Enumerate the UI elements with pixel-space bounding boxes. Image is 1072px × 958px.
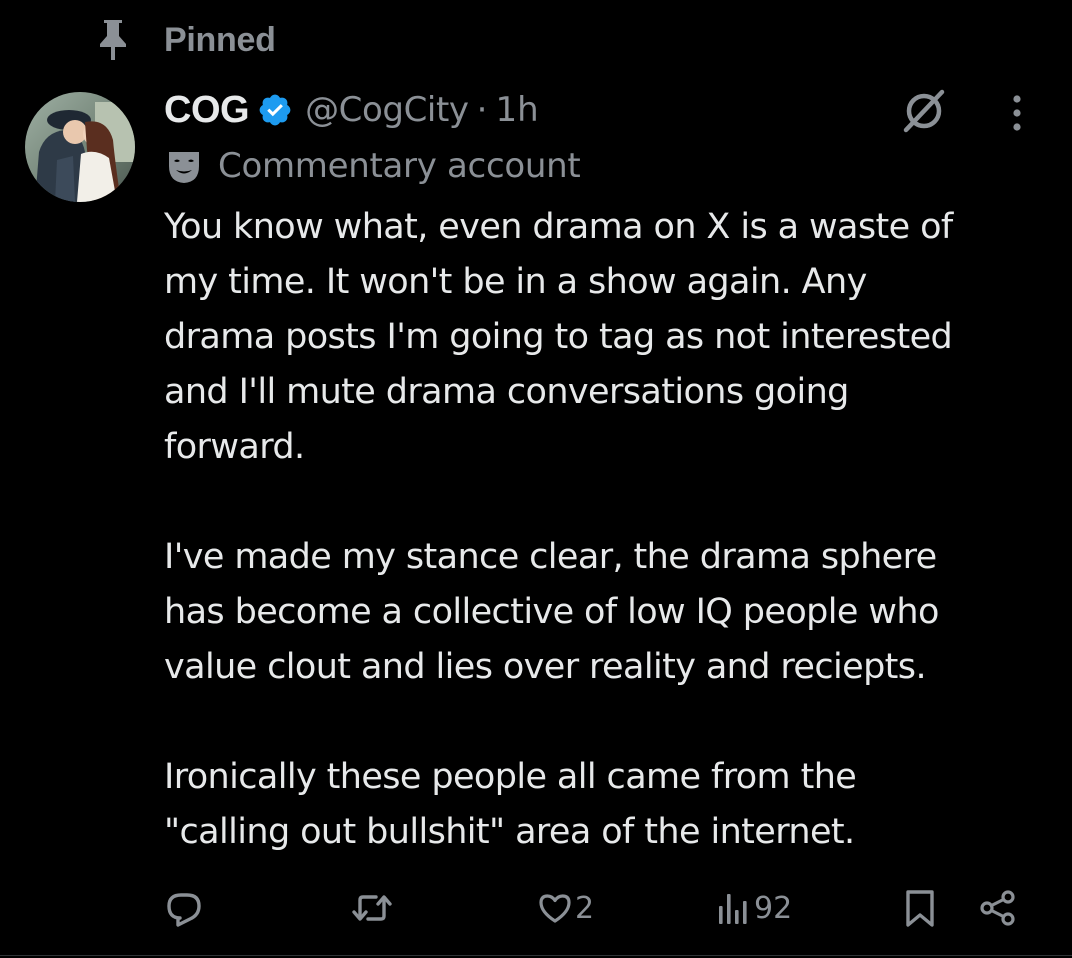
user-handle[interactable]: @CogCity: [305, 90, 469, 130]
theater-mask-icon: [164, 146, 204, 186]
avatar[interactable]: [25, 92, 135, 202]
repost-button[interactable]: [350, 880, 394, 936]
pinned-indicator: Pinned: [96, 18, 276, 62]
separator-dot: ·: [476, 90, 488, 130]
share-button[interactable]: [978, 880, 1018, 936]
reply-icon: [164, 888, 204, 928]
share-icon: [978, 888, 1018, 928]
grok-icon[interactable]: [898, 86, 950, 136]
bookmark-icon: [902, 888, 938, 928]
view-count: 92: [754, 890, 793, 926]
tweet-text: You know what, even drama on X is a wast…: [164, 200, 1044, 860]
action-bar: 2 92: [0, 880, 1072, 936]
pinned-label: Pinned: [164, 20, 276, 59]
tweet-divider: [0, 955, 1072, 956]
like-count: 2: [575, 890, 595, 926]
tweet-paragraph: Ironically these people all came from th…: [164, 757, 857, 852]
heart-icon: [537, 890, 573, 926]
bookmark-button[interactable]: [902, 880, 938, 936]
verified-badge-icon[interactable]: [257, 92, 293, 128]
tweet-timestamp[interactable]: 1h: [495, 90, 538, 130]
account-label[interactable]: Commentary account: [218, 146, 581, 186]
pin-icon: [96, 18, 130, 62]
views-button[interactable]: 92: [716, 880, 792, 936]
tweet-paragraph: I've made my stance clear, the drama sph…: [164, 537, 939, 687]
display-name[interactable]: COG: [164, 89, 250, 132]
reply-button[interactable]: [164, 880, 204, 936]
views-icon: [716, 888, 752, 928]
account-label-row: Commentary account: [164, 140, 581, 192]
tweet-paragraph: You know what, even drama on X is a wast…: [164, 207, 953, 467]
tweet-header: COG @CogCity · 1h: [164, 84, 539, 136]
like-button[interactable]: 2: [537, 880, 594, 936]
repost-icon: [350, 888, 394, 928]
more-options-icon[interactable]: [1002, 92, 1032, 134]
